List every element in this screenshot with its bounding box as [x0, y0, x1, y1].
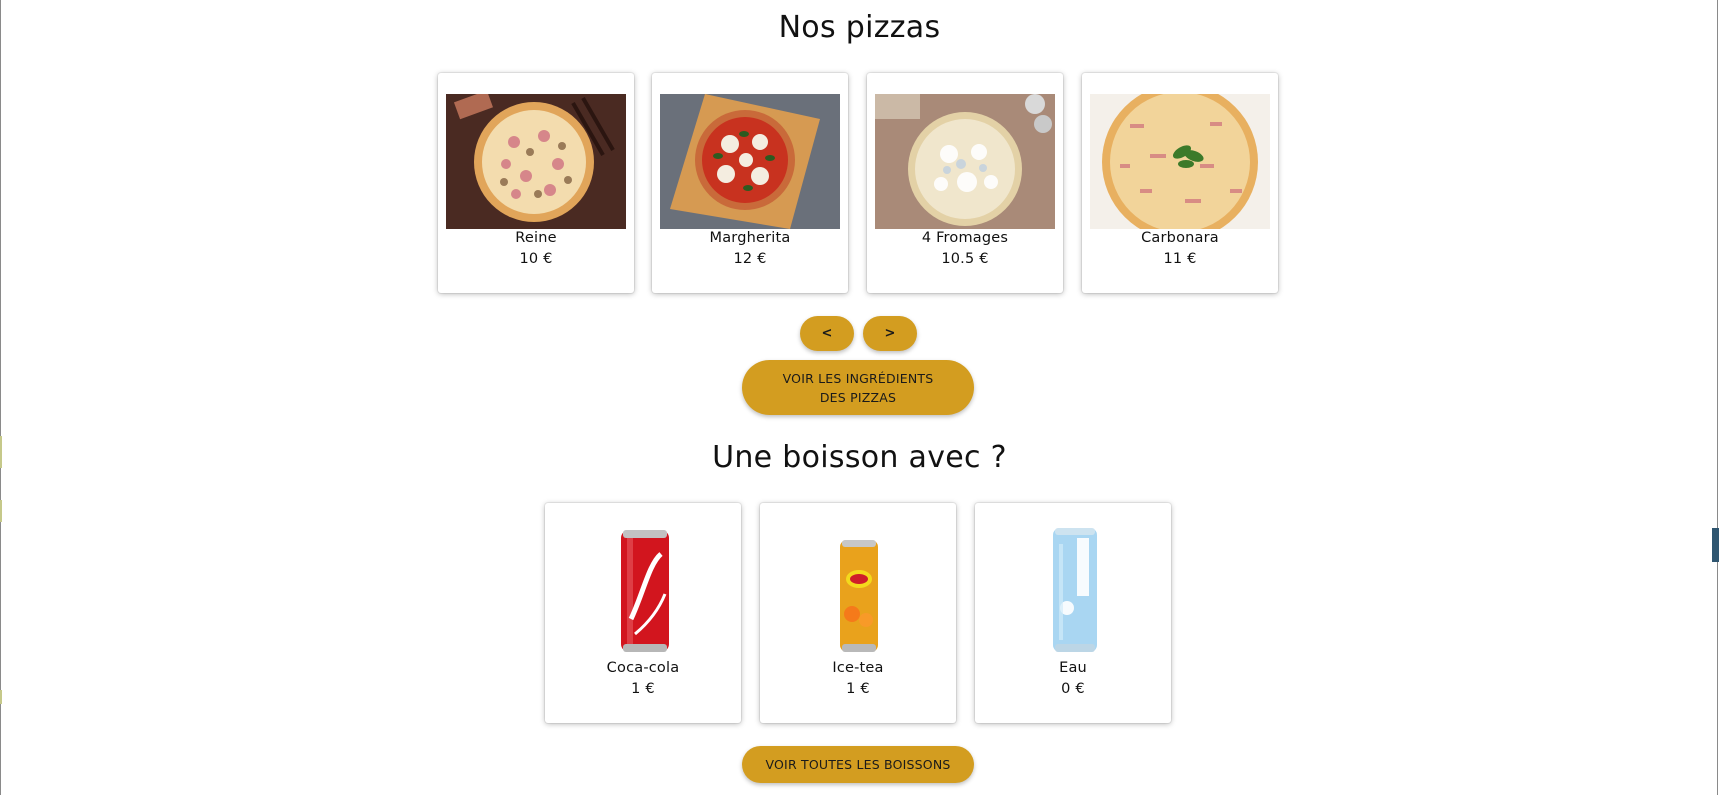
drink-price: 0 €	[1061, 681, 1085, 697]
pizza-name: Carbonara	[1141, 230, 1219, 246]
view-pizza-ingredients-button[interactable]: VOIR LES INGRÉDIENTS DES PIZZAS	[742, 360, 974, 415]
pizza-4-fromages-image	[875, 94, 1055, 229]
ice-tea-can-image	[768, 524, 948, 659]
drink-card-ice-tea[interactable]: Ice-tea 1 €	[760, 503, 956, 723]
pizza-name: Margherita	[709, 230, 791, 246]
pizza-reine-image	[446, 94, 626, 229]
view-all-drinks-button[interactable]: VOIR TOUTES LES BOISSONS	[742, 746, 974, 783]
pizza-price: 10 €	[519, 251, 553, 267]
coca-cola-can-image	[553, 524, 733, 659]
edge-marker	[0, 690, 2, 704]
drink-name: Coca-cola	[606, 660, 680, 676]
edge-marker	[0, 500, 2, 522]
pizza-name: 4 Fromages	[921, 230, 1009, 246]
pizza-card-margherita[interactable]: Margherita 12 €	[652, 73, 848, 293]
pizza-price: 12 €	[733, 251, 767, 267]
drink-card-coca-cola[interactable]: Coca-cola 1 €	[545, 503, 741, 723]
pizza-margherita-image	[660, 94, 840, 229]
pizza-card-carbonara[interactable]: Carbonara 11 €	[1082, 73, 1278, 293]
scroll-indicator	[1712, 528, 1719, 562]
drink-card-eau[interactable]: Eau 0 €	[975, 503, 1171, 723]
drink-name: Eau	[1059, 660, 1087, 676]
drinks-title: Une boisson avec ?	[712, 440, 1007, 475]
pizza-card-4-fromages[interactable]: 4 Fromages 10.5 €	[867, 73, 1063, 293]
drink-price: 1 €	[631, 681, 655, 697]
water-can-image	[983, 524, 1163, 659]
pizza-carbonara-image	[1090, 94, 1270, 229]
window-left-edge	[0, 0, 1, 795]
pizza-carousel-next-button[interactable]: >	[863, 316, 917, 351]
pizzas-title: Nos pizzas	[778, 10, 941, 45]
drink-price: 1 €	[846, 681, 870, 697]
pizza-price: 10.5 €	[941, 251, 989, 267]
pizza-carousel-prev-button[interactable]: <	[800, 316, 854, 351]
pizza-price: 11 €	[1163, 251, 1197, 267]
window-right-edge	[1717, 0, 1718, 795]
pizza-name: Reine	[515, 230, 557, 246]
drink-name: Ice-tea	[832, 660, 884, 676]
pizza-card-reine[interactable]: Reine 10 €	[438, 73, 634, 293]
